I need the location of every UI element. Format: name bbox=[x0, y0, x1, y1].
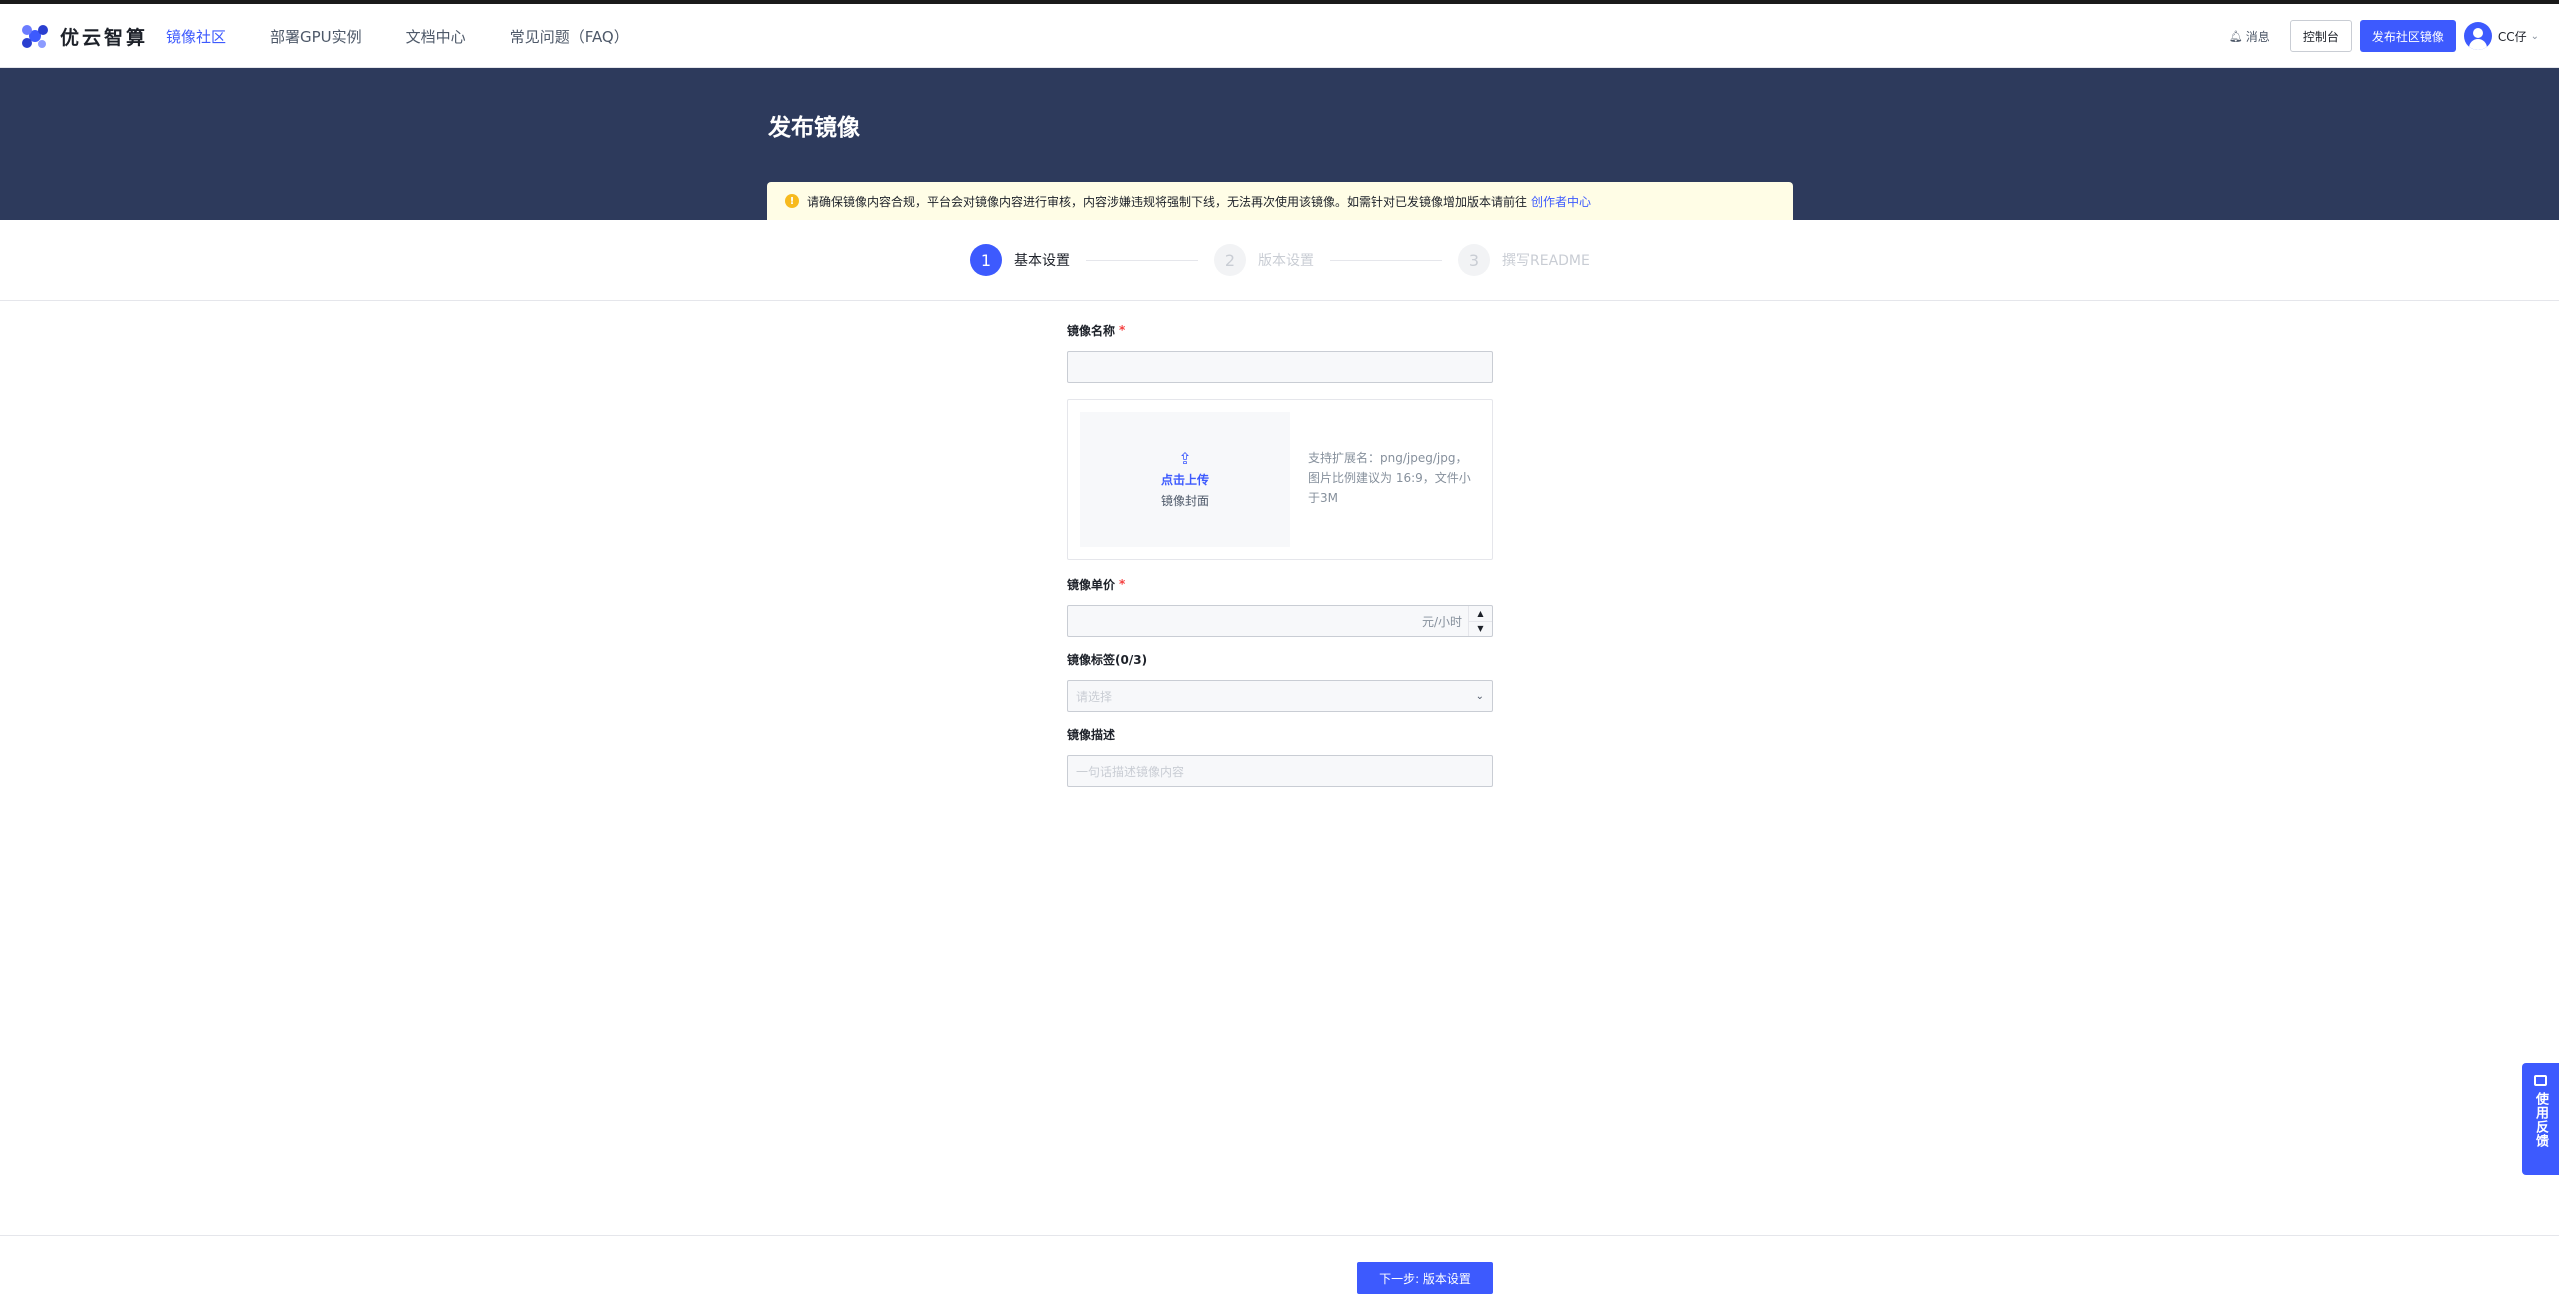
step-basic-settings: 1 基本设置 bbox=[970, 244, 1070, 276]
image-price-input[interactable]: 元/小时 ▲ ▼ bbox=[1067, 605, 1493, 637]
step-number: 2 bbox=[1214, 244, 1246, 276]
image-name-label: 镜像名称 * bbox=[1067, 320, 1493, 340]
click-upload-link[interactable]: 点击上传 bbox=[1161, 471, 1209, 488]
step-connector bbox=[1086, 259, 1198, 261]
tags-placeholder: 请选择 bbox=[1076, 689, 1113, 704]
nav-item-image-community[interactable]: 镜像社区 bbox=[166, 26, 226, 47]
image-tags-label: 镜像标签(0/3) bbox=[1067, 652, 1148, 667]
messages-label: 消息 bbox=[2245, 29, 2270, 44]
header-actions: 🔔︎ 消息 控制台 发布社区镜像 CC仔 ⌄ bbox=[2229, 4, 2539, 68]
logo-text: 优云智算 bbox=[60, 26, 149, 49]
step-label: 版本设置 bbox=[1258, 253, 1314, 269]
main-nav: 镜像社区 部署GPU实例 文档中心 常见问题（FAQ） bbox=[166, 4, 673, 68]
step-label: 基本设置 bbox=[1014, 253, 1070, 269]
image-description-label: 镜像描述 bbox=[1067, 727, 1116, 742]
publish-community-image-button[interactable]: 发布社区镜像 bbox=[2359, 20, 2456, 52]
message-icon bbox=[2534, 1075, 2547, 1086]
page-title: 发布镜像 bbox=[768, 115, 860, 141]
bell-icon: 🔔︎ bbox=[2228, 29, 2243, 43]
avatar-body bbox=[2468, 39, 2487, 50]
messages-button[interactable]: 🔔︎ 消息 bbox=[2229, 28, 2270, 45]
required-mark: * bbox=[1119, 323, 1126, 337]
step-version-settings: 2 版本设置 bbox=[1214, 244, 1314, 276]
step-number: 1 bbox=[970, 244, 1002, 276]
warning-icon: ! bbox=[785, 194, 799, 208]
cover-upload-box: ⇪ 点击上传 镜像封面 支持扩展名：png/jpeg/jpg，图片比例建议为 1… bbox=[1067, 399, 1493, 560]
step-label: 撰写README bbox=[1502, 253, 1590, 269]
cover-label: 镜像封面 bbox=[1160, 493, 1209, 508]
logo[interactable]: 优云智算 bbox=[20, 20, 148, 52]
image-price-label: 镜像单价 * bbox=[1067, 574, 1493, 594]
console-button[interactable]: 控制台 bbox=[2289, 20, 2352, 52]
image-name-label-text: 镜像名称 bbox=[1067, 323, 1116, 338]
image-description-input[interactable]: 一句话描述镜像内容 bbox=[1067, 755, 1493, 787]
compliance-notice: ! 请确保镜像内容合规，平台会对镜像内容进行审核，内容涉嫌违规将强制下线，无法再… bbox=[767, 182, 1793, 220]
username[interactable]: CC仔 bbox=[2498, 28, 2527, 45]
feedback-label: 使用反馈 bbox=[2533, 1092, 2548, 1148]
step-indicator: 1 基本设置 2 版本设置 3 撰写README bbox=[970, 240, 1590, 280]
avatar-head bbox=[2472, 28, 2483, 38]
image-price-label-text: 镜像单价 bbox=[1067, 577, 1116, 592]
next-step-button[interactable]: 下一步: 版本设置 bbox=[1357, 1262, 1493, 1294]
nav-item-faq[interactable]: 常见问题（FAQ） bbox=[510, 26, 629, 47]
step-number: 3 bbox=[1458, 244, 1490, 276]
image-name-input[interactable] bbox=[1067, 351, 1493, 383]
avatar[interactable] bbox=[2463, 22, 2492, 50]
steps-divider bbox=[0, 300, 2559, 301]
nav-item-deploy-gpu[interactable]: 部署GPU实例 bbox=[270, 26, 362, 47]
footer-bar: 下一步: 版本设置 bbox=[0, 1235, 2559, 1314]
feedback-tab[interactable]: 使用反馈 bbox=[2522, 1063, 2559, 1175]
nav-item-docs[interactable]: 文档中心 bbox=[406, 26, 466, 47]
chevron-down-icon: ⌄ bbox=[1475, 690, 1484, 702]
creator-center-link[interactable]: 创作者中心 bbox=[1531, 193, 1591, 210]
image-tags-select[interactable]: 请选择 ⌄ bbox=[1067, 680, 1493, 712]
upload-icon: ⇪ bbox=[1178, 448, 1192, 468]
price-stepper: ▲ ▼ bbox=[1468, 606, 1492, 636]
cover-upload-area[interactable]: ⇪ 点击上传 镜像封面 bbox=[1080, 412, 1290, 547]
step-write-readme: 3 撰写README bbox=[1458, 244, 1590, 276]
top-header: 优云智算 镜像社区 部署GPU实例 文档中心 常见问题（FAQ） 🔔︎ 消息 控… bbox=[0, 4, 2559, 68]
chevron-down-icon[interactable]: ⌄ bbox=[2531, 31, 2539, 42]
step-connector bbox=[1330, 259, 1442, 261]
price-unit: 元/小时 bbox=[1421, 614, 1462, 629]
basic-settings-form: 镜像名称 * ⇪ 点击上传 镜像封面 支持扩展名：png/jpeg/jpg，图片… bbox=[1067, 320, 1493, 787]
logo-icon bbox=[22, 25, 48, 48]
increment-icon[interactable]: ▲ bbox=[1468, 606, 1492, 621]
upload-hint: 支持扩展名：png/jpeg/jpg，图片比例建议为 16:9，文件小于3M bbox=[1308, 451, 1471, 505]
decrement-icon[interactable]: ▼ bbox=[1468, 620, 1492, 636]
required-mark: * bbox=[1119, 577, 1126, 591]
notice-text: 请确保镜像内容合规，平台会对镜像内容进行审核，内容涉嫌违规将强制下线，无法再次使… bbox=[807, 194, 1528, 209]
